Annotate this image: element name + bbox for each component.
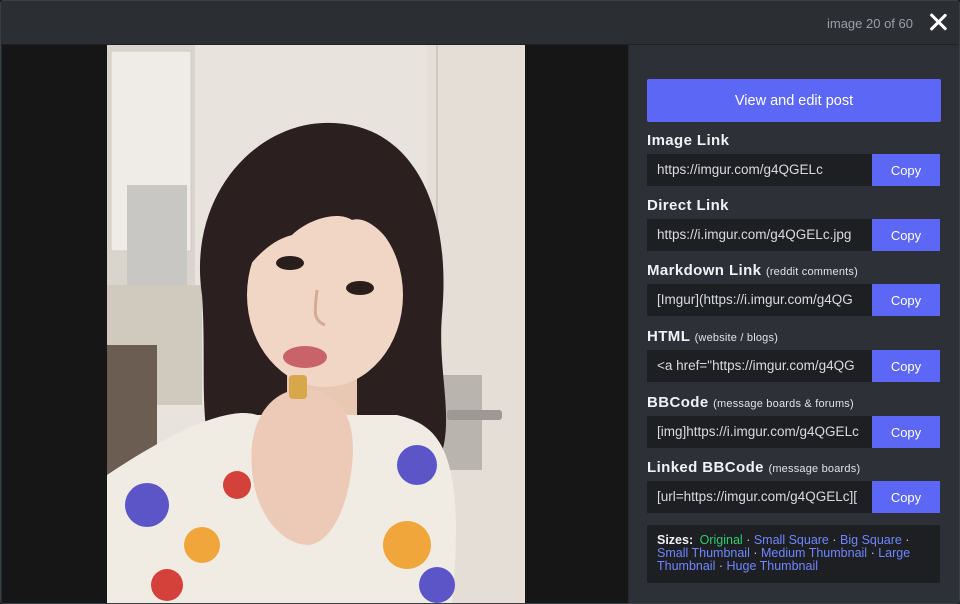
field-subtitle: (message boards) — [768, 463, 861, 475]
markdown-link-block: Markdown Link (reddit comments) [Imgur](… — [647, 261, 941, 316]
field-title: BBCode — [647, 394, 709, 411]
sizes-label: Sizes: — [657, 533, 694, 547]
field-title: Image Link — [647, 132, 730, 149]
photo-image — [107, 45, 525, 603]
share-panel: View and edit post Image Link https://im… — [629, 45, 959, 603]
separator: · — [905, 533, 910, 547]
field-subtitle: (message boards & forums) — [713, 398, 854, 410]
image-link-block: Image Link https://imgur.com/g4QGELc Copy — [647, 131, 941, 186]
image-lightbox: image 20 of 60 View and edit post Image … — [0, 0, 960, 604]
copy-button[interactable]: Copy — [872, 481, 940, 513]
direct-link-field[interactable]: https://i.imgur.com/g4QGELc.jpg — [647, 219, 872, 251]
size-medium-thumbnail-link[interactable]: Medium Thumbnail — [761, 546, 867, 560]
html-block: HTML (website / blogs) <a href="https://… — [647, 327, 941, 382]
size-huge-thumbnail-link[interactable]: Huge Thumbnail — [727, 559, 819, 573]
size-original-link[interactable]: Original — [700, 533, 743, 547]
sizes-box: Sizes: Original · Small Square · Big Squ… — [647, 525, 940, 583]
photo[interactable] — [107, 45, 525, 603]
field-title: Linked BBCode — [647, 459, 764, 476]
separator: · — [746, 533, 751, 547]
field-title: HTML — [647, 328, 690, 345]
copy-button[interactable]: Copy — [872, 416, 940, 448]
field-subtitle: (reddit comments) — [765, 266, 858, 278]
image-counter: image 20 of 60 — [826, 16, 913, 31]
markdown-link-field[interactable]: [Imgur](https://i.imgur.com/g4QG — [647, 284, 872, 316]
view-edit-post-button[interactable]: View and edit post — [647, 79, 941, 122]
copy-button[interactable]: Copy — [872, 154, 940, 186]
copy-button[interactable]: Copy — [872, 350, 940, 382]
field-title: Markdown Link — [647, 262, 762, 279]
direct-link-block: Direct Link https://i.imgur.com/g4QGELc.… — [647, 196, 941, 251]
field-title: Direct Link — [647, 197, 729, 214]
field-subtitle: (website / blogs) — [694, 332, 779, 344]
separator: · — [832, 533, 837, 547]
image-viewer — [2, 45, 628, 603]
size-big-square-link[interactable]: Big Square — [840, 533, 902, 547]
linked-bbcode-field[interactable]: [url=https://imgur.com/g4QGELc][ — [647, 481, 872, 513]
separator: · — [753, 546, 758, 560]
image-link-field[interactable]: https://imgur.com/g4QGELc — [647, 154, 872, 186]
copy-button[interactable]: Copy — [872, 219, 940, 251]
lightbox-header: image 20 of 60 — [1, 1, 959, 45]
bbcode-field[interactable]: [img]https://i.imgur.com/g4QGELc — [647, 416, 872, 448]
html-field[interactable]: <a href="https://imgur.com/g4QG — [647, 350, 872, 382]
size-small-square-link[interactable]: Small Square — [754, 533, 829, 547]
bbcode-block: BBCode (message boards & forums) [img]ht… — [647, 393, 941, 448]
separator: · — [718, 559, 724, 573]
close-icon[interactable] — [927, 11, 949, 33]
separator: · — [870, 546, 875, 560]
linked-bbcode-block: Linked BBCode (message boards) [url=http… — [647, 458, 941, 513]
size-small-thumbnail-link[interactable]: Small Thumbnail — [657, 546, 750, 560]
copy-button[interactable]: Copy — [872, 284, 940, 316]
